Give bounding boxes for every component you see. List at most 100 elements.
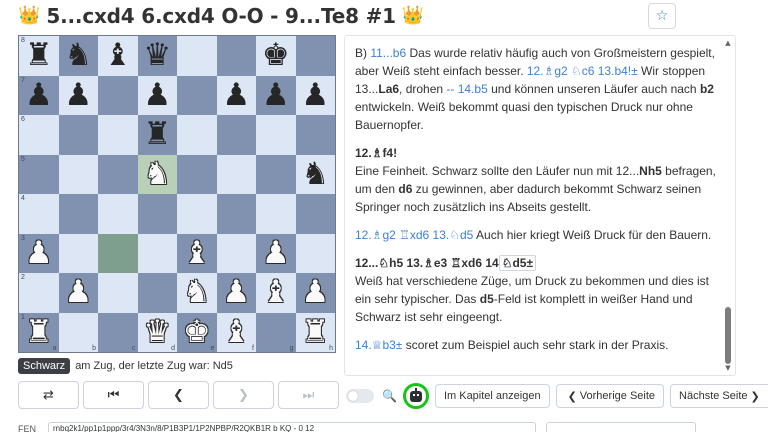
square-b1[interactable]: b [58,312,98,352]
square-a3[interactable]: 3 ♟ [19,233,59,273]
square-g6[interactable] [256,115,296,155]
black-piece[interactable]: ♟ [301,79,329,111]
previous-page-button[interactable]: ❮ Vorherige Seite [555,384,665,408]
square-d7[interactable]: ♟ [137,75,177,115]
black-piece[interactable]: ♞ [301,158,329,190]
square-e1[interactable]: e ♚ [177,312,217,352]
black-piece[interactable]: ♚ [262,40,290,71]
square-b5[interactable] [58,154,98,194]
scrollbar-thumb[interactable] [725,307,731,364]
square-c8[interactable]: ♝ [98,36,138,76]
square-h4[interactable] [295,194,335,234]
white-piece[interactable]: ♝ [222,316,250,348]
previous-move-button[interactable]: ❮ [148,381,209,409]
square-e8[interactable] [177,36,217,76]
square-g1[interactable]: g [256,312,296,352]
white-piece[interactable]: ♝ [262,277,290,308]
white-piece[interactable]: ♟ [64,277,92,308]
engine-toggle[interactable] [346,389,374,403]
square-g8[interactable]: ♚ [256,36,296,76]
square-d6[interactable]: ♜ [137,115,177,155]
square-h3[interactable] [295,233,335,273]
black-piece[interactable]: ♞ [64,40,92,71]
move-link[interactable]: 12...♘h5 13.♗e3 ♖xd6 14 [355,256,499,270]
square-b3[interactable] [58,233,98,273]
square-g5[interactable] [256,154,296,194]
chessboard[interactable]: 8 ♜ ♞ ♝ ♛ ♚ 7 ♟ ♟ ♟ ♟ ♟ ♟ 6 ♜ 5 ♞ ♞ 4 3 ♟ ♝ ♟ 2 ♟ ♞ ♟ ♝ ♟ 1 a ♜ b c d ♛ e ♚ f ♝… [18,35,336,353]
square-g7[interactable]: ♟ [256,75,296,115]
square-d1[interactable]: d ♛ [137,312,177,352]
square-f4[interactable] [216,194,256,234]
square-f3[interactable] [216,233,256,273]
white-piece[interactable]: ♟ [222,277,250,308]
current-move[interactable]: ♘d5± [498,255,537,271]
square-c4[interactable] [98,194,138,234]
scroll-up-icon[interactable]: ▲ [724,39,732,47]
square-e7[interactable] [177,75,217,115]
square-g4[interactable] [256,194,296,234]
black-piece[interactable]: ♟ [143,79,171,111]
black-piece[interactable]: ♟ [25,79,53,111]
square-b7[interactable]: ♟ [58,75,98,115]
square-g3[interactable]: ♟ [256,233,296,273]
white-piece[interactable]: ♞ [143,158,171,190]
move-link[interactable]: -- 14.b5 [446,82,487,96]
square-b8[interactable]: ♞ [58,36,98,76]
square-h1[interactable]: h ♜ [295,312,335,352]
square-c7[interactable] [98,75,138,115]
square-d3[interactable] [137,233,177,273]
white-piece[interactable]: ♝ [183,237,211,269]
white-piece[interactable]: ♛ [143,316,171,348]
square-d8[interactable]: ♛ [137,36,177,76]
next-page-button[interactable]: Nächste Seite ❯ [670,384,768,408]
square-a6[interactable]: 6 [19,115,59,155]
move-link[interactable]: 12.♗f4! [355,146,397,160]
square-g2[interactable]: ♝ [256,273,296,313]
square-c6[interactable] [98,115,138,155]
black-piece[interactable]: ♝ [104,40,132,71]
square-a7[interactable]: 7 ♟ [19,75,59,115]
white-piece[interactable]: ♞ [183,277,211,308]
black-piece[interactable]: ♜ [143,119,171,150]
square-d5[interactable]: ♞ [137,154,177,194]
move-link[interactable]: 11...b6 [370,46,406,60]
last-move-button[interactable]: ⏭ [278,381,339,409]
favorite-button[interactable]: ☆ [648,3,676,29]
square-e3[interactable]: ♝ [177,233,217,273]
white-piece[interactable]: ♜ [301,316,329,348]
square-a2[interactable]: 2 [19,273,59,313]
square-h6[interactable] [295,115,335,155]
engine-button[interactable] [402,383,429,409]
square-e2[interactable]: ♞ [177,273,217,313]
square-b4[interactable] [58,194,98,234]
square-h5[interactable]: ♞ [295,154,335,194]
square-a4[interactable]: 4 [19,194,59,234]
white-piece[interactable]: ♚ [183,316,211,348]
square-c5[interactable] [98,154,138,194]
square-f2[interactable]: ♟ [216,273,256,313]
square-c3[interactable] [98,233,138,273]
zoom-icon[interactable]: 🔍 [382,389,397,403]
move-link[interactable]: 12.♗g2 ♘c6 13.b4!± [527,64,638,78]
square-h2[interactable]: ♟ [295,273,335,313]
black-piece[interactable]: ♟ [64,79,92,111]
square-a8[interactable]: 8 ♜ [19,36,59,76]
square-d4[interactable] [137,194,177,234]
scrollbar[interactable]: ▲ ▼ [724,39,732,372]
white-piece[interactable]: ♟ [301,277,329,308]
square-e6[interactable] [177,115,217,155]
square-f5[interactable] [216,154,256,194]
square-c1[interactable]: c [98,312,138,352]
black-piece[interactable]: ♜ [25,40,53,71]
square-h8[interactable] [295,36,335,76]
next-move-button[interactable]: ❯ [213,381,274,409]
first-move-button[interactable]: ⏮ [83,381,144,409]
move-link[interactable]: 12.♗g2 ♖xd6 13.♘d5 [355,228,473,242]
square-d2[interactable] [137,273,177,313]
square-h7[interactable]: ♟ [295,75,335,115]
square-b2[interactable]: ♟ [58,273,98,313]
square-e4[interactable] [177,194,217,234]
flip-board-button[interactable]: ⇄ [18,381,79,409]
square-e5[interactable] [177,154,217,194]
square-a5[interactable]: 5 [19,154,59,194]
